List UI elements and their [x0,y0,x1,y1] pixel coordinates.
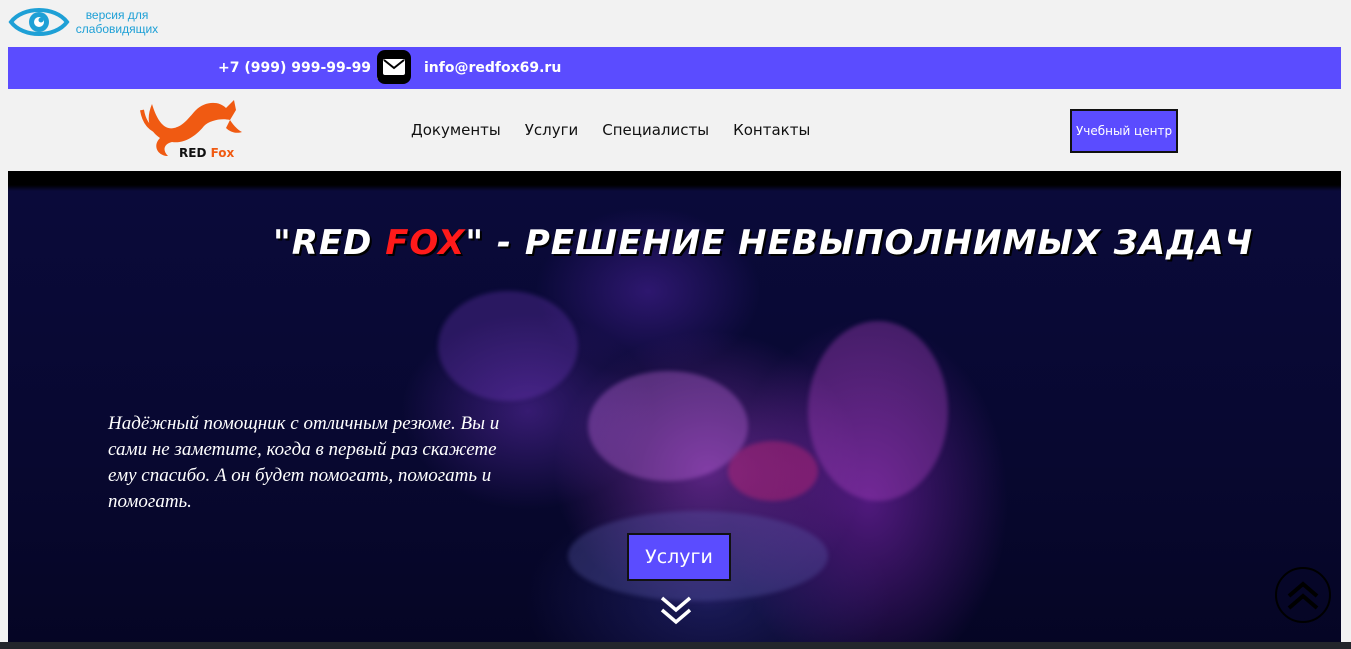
training-center-button[interactable]: Учебный центр [1070,109,1178,153]
contact-bar: +7 (999) 999-99-99 info@redfox69.ru [8,47,1341,89]
accessibility-version-link[interactable]: версия для слабовидящих [8,4,162,40]
services-button[interactable]: Услуги [627,533,731,581]
email-link[interactable]: info@redfox69.ru [424,47,561,89]
phone-link[interactable]: +7 (999) 999-99-99 [218,57,379,79]
hero-title: "RED FOX" - РЕШЕНИЕ НЕВЫПОЛНИМЫХ ЗАДАЧ [273,223,1254,263]
hero-banner: "RED FOX" - РЕШЕНИЕ НЕВЫПОЛНИМЫХ ЗАДАЧ Н… [8,171,1341,649]
accessibility-label: версия для слабовидящих [75,8,159,36]
main-nav: Документы Услуги Специалисты Контакты [411,121,810,139]
nav-item-specialists[interactable]: Специалисты [602,121,709,139]
hero-description: Надёжный помощник с отличным резюме. Вы … [108,413,500,512]
bottom-strip [0,642,1351,649]
logo-fox-text: Fox [210,146,235,160]
scroll-to-top-button[interactable] [1275,567,1331,623]
hero-title-fox: FOX [385,223,466,263]
double-chevron-up-icon [1287,581,1319,610]
envelope-icon[interactable] [377,50,411,84]
nav-item-services[interactable]: Услуги [525,121,578,139]
logo-red-text: RED [179,146,207,160]
nav-item-documents[interactable]: Документы [411,121,501,139]
double-chevron-down-icon[interactable] [658,595,694,632]
nav-item-contacts[interactable]: Контакты [733,121,810,139]
eye-icon [8,4,70,40]
site-logo[interactable]: RED Fox [138,96,248,164]
